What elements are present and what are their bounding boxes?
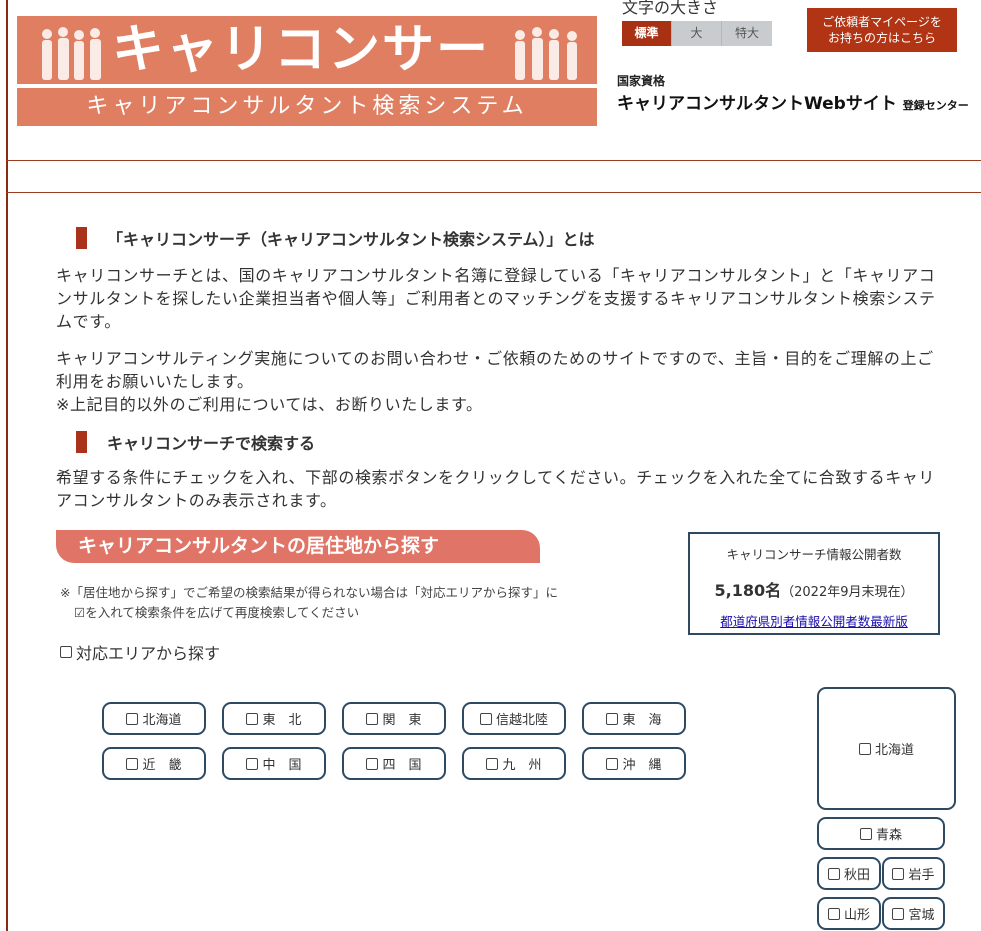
pref-label: 岩手 xyxy=(908,868,935,883)
stats-as-of: （2022年9月末現在） xyxy=(781,585,914,600)
site-title: キャリアコンサルタントWebサイト xyxy=(617,94,897,114)
region-checkbox-kyushu[interactable]: 九 州 xyxy=(462,747,566,780)
pref-label: 北海道 xyxy=(874,743,914,758)
pref-checkbox-hokkaido[interactable]: 北海道 xyxy=(817,687,956,810)
stats-box: キャリコンサーチ情報公開者数 5,180名（2022年9月末現在） 都道府県別者… xyxy=(688,532,940,635)
stats-count: 5,180名 xyxy=(714,581,782,600)
checkbox-icon[interactable] xyxy=(366,757,379,770)
region-checkbox-chugoku[interactable]: 中 国 xyxy=(222,747,326,780)
pref-checkbox-miyagi[interactable]: 宮城 xyxy=(882,897,945,930)
site-title-link[interactable]: キャリアコンサルタントWebサイト 登録センター xyxy=(617,89,969,114)
region-label: 四 国 xyxy=(382,758,422,773)
search-heading: キャリコンサーチで検索する xyxy=(76,430,315,454)
mypage-button-line2: お持ちの方はこちら xyxy=(827,31,936,45)
people-silhouette-icon xyxy=(515,27,577,80)
pref-label: 山形 xyxy=(843,908,870,923)
checkbox-icon[interactable] xyxy=(246,712,259,725)
about-paragraph: キャリコンサーチとは、国のキャリアコンサルタント名簿に登録している「キャリアコン… xyxy=(56,266,936,331)
region-label: 北海道 xyxy=(142,713,182,728)
pref-checkbox-akita[interactable]: 秋田 xyxy=(817,857,881,890)
pref-label: 秋田 xyxy=(843,868,870,883)
heading-bar xyxy=(76,431,87,453)
region-label: 沖 縄 xyxy=(622,758,662,773)
font-size-label: 文字の大きさ xyxy=(622,0,719,17)
search-instructions: 希望する条件にチェックを入れ、下部の検索ボタンをクリックしてください。チェックを… xyxy=(56,468,936,510)
checkbox-icon[interactable] xyxy=(60,646,72,658)
region-checkbox-tohoku[interactable]: 東 北 xyxy=(222,702,326,735)
header-divider xyxy=(6,160,981,161)
checkbox-icon[interactable] xyxy=(892,867,905,880)
checkbox-icon[interactable] xyxy=(892,907,905,920)
logo-subtitle: キャリアコンサルタント検索システム xyxy=(86,94,528,119)
font-size-xlarge-button[interactable]: 特大 xyxy=(722,21,772,46)
checkbox-icon[interactable] xyxy=(126,757,139,770)
residence-note: ※「居住地から探す」でご希望の検索結果が得られない場合は「対応エリアから探す」に… xyxy=(60,583,660,623)
region-checkbox-kinki[interactable]: 近 畿 xyxy=(102,747,206,780)
usage-text: キャリアコンサルティング実施についてのお問い合わせ・ご依頼のためのサイトですので… xyxy=(56,349,934,391)
region-checkbox-hokkaido[interactable]: 北海道 xyxy=(102,702,206,735)
note-line-2: ☑を入れて検索条件を広げて再度検索してください xyxy=(74,605,360,620)
checkbox-icon[interactable] xyxy=(366,712,379,725)
usage-disclaimer: ※上記目的以外のご利用については、お断りいたします。 xyxy=(56,395,483,414)
prefecture-stats-link[interactable]: 都道府県別者情報公開者数最新版 xyxy=(690,611,938,630)
region-label: 中 国 xyxy=(262,758,302,773)
checkbox-icon[interactable] xyxy=(486,757,499,770)
search-heading-text: キャリコンサーチで検索する xyxy=(107,434,316,453)
checkbox-icon[interactable] xyxy=(606,712,619,725)
region-label: 信越北陸 xyxy=(495,713,548,728)
checkbox-icon[interactable] xyxy=(858,742,871,755)
region-label: 関 東 xyxy=(382,713,422,728)
region-label: 近 畿 xyxy=(142,758,182,773)
checkbox-icon[interactable] xyxy=(859,827,872,840)
checkbox-icon[interactable] xyxy=(606,757,619,770)
site-logo[interactable]: キャリコンサーチ キャリアコンサルタント検索システム xyxy=(17,16,597,140)
heading-bar xyxy=(76,227,87,249)
pref-checkbox-aomori[interactable]: 青森 xyxy=(817,817,945,850)
residence-section-banner: キャリアコンサルタントの居住地から探す xyxy=(56,530,540,563)
checkbox-icon[interactable] xyxy=(246,757,259,770)
region-checkbox-okinawa[interactable]: 沖 縄 xyxy=(582,747,686,780)
content-divider xyxy=(6,192,981,193)
region-checkbox-shikoku[interactable]: 四 国 xyxy=(342,747,446,780)
site-center-label: 登録センター xyxy=(902,99,969,112)
checkbox-icon[interactable] xyxy=(827,867,840,880)
region-label: 九 州 xyxy=(502,758,542,773)
pref-checkbox-iwate[interactable]: 岩手 xyxy=(882,857,945,890)
about-heading: 「キャリコンサーチ（キャリアコンサルタント検索システム）」とは xyxy=(76,226,595,250)
checkbox-icon[interactable] xyxy=(479,712,492,725)
region-checkbox-tokai[interactable]: 東 海 xyxy=(582,702,686,735)
note-line-1: ※「居住地から探す」でご希望の検索結果が得られない場合は「対応エリアから探す」に xyxy=(60,585,558,600)
region-label: 東 海 xyxy=(622,713,662,728)
area-search-label: 対応エリアから探す xyxy=(76,644,221,663)
stats-count-row: 5,180名（2022年9月末現在） xyxy=(690,577,938,601)
mypage-button-line1: ご依頼者マイページを xyxy=(822,15,942,29)
region-label: 東 北 xyxy=(262,713,302,728)
checkbox-icon[interactable] xyxy=(126,712,139,725)
usage-paragraph: キャリアコンサルティング実施についてのお問い合わせ・ご依頼のためのサイトですので… xyxy=(56,347,946,416)
region-checkbox-kanto[interactable]: 関 東 xyxy=(342,702,446,735)
font-size-standard-button[interactable]: 標準 xyxy=(622,21,672,46)
font-size-large-button[interactable]: 大 xyxy=(672,21,722,46)
pref-label: 宮城 xyxy=(908,908,935,923)
stats-label: キャリコンサーチ情報公開者数 xyxy=(726,547,902,562)
font-size-selector: 標準 大 特大 xyxy=(622,21,772,46)
area-search-checkbox[interactable]: 対応エリアから探す xyxy=(60,640,220,664)
people-silhouette-icon xyxy=(42,27,101,80)
pref-label: 青森 xyxy=(875,828,902,843)
page-frame-left xyxy=(6,0,8,931)
checkbox-icon[interactable] xyxy=(827,907,840,920)
about-heading-text: 「キャリコンサーチ（キャリアコンサルタント検索システム）」とは xyxy=(107,230,595,249)
pref-checkbox-yamagata[interactable]: 山形 xyxy=(817,897,881,930)
qualification-label: 国家資格 xyxy=(617,74,666,88)
client-mypage-button[interactable]: ご依頼者マイページを お持ちの方はこちら xyxy=(807,8,957,52)
region-checkbox-shinetsu-hokuriku[interactable]: 信越北陸 xyxy=(462,702,566,735)
